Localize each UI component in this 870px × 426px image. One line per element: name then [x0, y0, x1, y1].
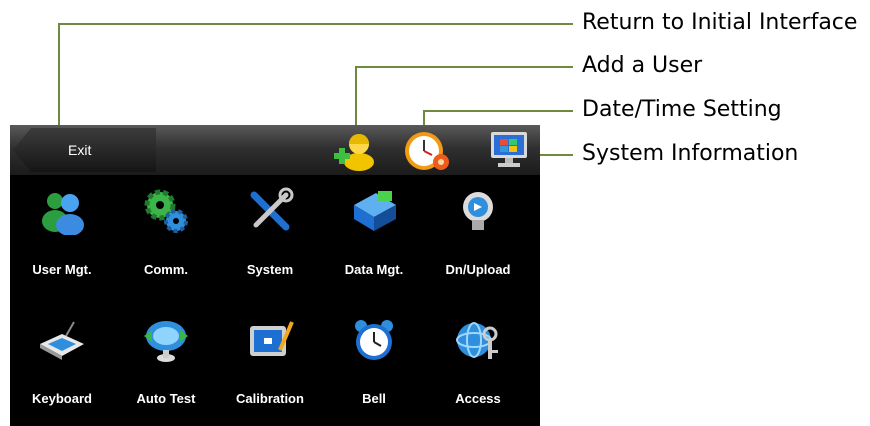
menu-item-auto-test[interactable]: Auto Test: [114, 308, 218, 426]
access-keys-icon: [454, 316, 502, 364]
callout-line-add-user: [355, 66, 573, 68]
system-info-monitor-icon[interactable]: [488, 129, 530, 171]
menu-label: Keyboard: [32, 391, 92, 406]
keyboard-icon: [38, 316, 86, 364]
date-time-clock-icon[interactable]: [403, 129, 451, 173]
callout-line-return: [58, 23, 573, 25]
menu-label: Data Mgt.: [344, 262, 404, 277]
menu-label: Bell: [362, 391, 386, 406]
menu-item-data-mgt[interactable]: Data Mgt.: [322, 179, 426, 297]
tools-icon: [246, 187, 294, 235]
menu-label: User Mgt.: [32, 262, 92, 277]
data-folder-icon: [350, 187, 398, 235]
users-icon: [38, 187, 86, 236]
menu-item-user-mgt[interactable]: User Mgt.: [10, 179, 114, 297]
callout-return-initial: Return to Initial Interface: [582, 10, 858, 35]
callout-line-date-time: [423, 110, 573, 112]
exit-button[interactable]: Exit: [13, 128, 156, 172]
menu-label: Access: [455, 391, 501, 406]
menu-item-calibration[interactable]: Calibration: [218, 308, 322, 426]
add-user-icon[interactable]: [332, 129, 376, 171]
menu-item-comm[interactable]: Comm.: [114, 179, 218, 297]
menu-label: System: [246, 262, 294, 277]
monitor-test-icon: [142, 316, 190, 364]
menu-label: Dn/Upload: [445, 262, 511, 277]
alarm-bell-icon: [350, 316, 398, 364]
menu-label: Calibration: [236, 391, 304, 406]
calibration-icon: [246, 316, 294, 364]
menu-item-keyboard[interactable]: Keyboard: [10, 308, 114, 426]
callout-system-info: System Information: [582, 141, 799, 166]
menu-item-access[interactable]: Access: [426, 308, 530, 426]
callout-line-add-user-vertical: [355, 66, 357, 128]
callout-date-time: Date/Time Setting: [582, 97, 782, 122]
menu-item-bell[interactable]: Bell: [322, 308, 426, 426]
gears-icon: [142, 187, 190, 235]
usb-drive-icon: [454, 187, 502, 235]
device-screen: Exit User Mgt. Comm. System Data Mgt. Dn…: [10, 125, 540, 426]
exit-label: Exit: [68, 142, 92, 158]
menu-item-dn-upload[interactable]: Dn/Upload: [426, 179, 530, 297]
top-bar: Exit: [10, 125, 540, 175]
callout-add-user: Add a User: [582, 53, 703, 78]
menu-label: Auto Test: [136, 391, 196, 406]
callout-line-return-vertical: [58, 23, 60, 127]
menu-item-system[interactable]: System: [218, 179, 322, 297]
menu-label: Comm.: [143, 262, 189, 277]
